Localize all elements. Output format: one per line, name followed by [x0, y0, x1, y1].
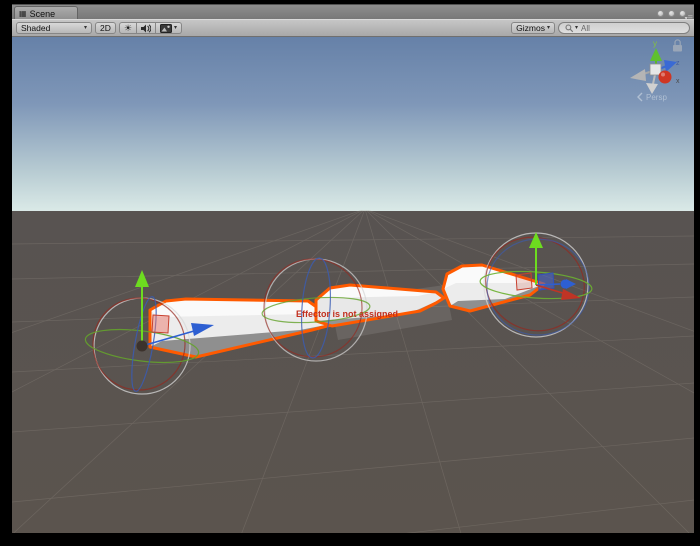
axis-x-label: x	[676, 78, 680, 85]
tab-bar: ▦ Scene ▾☰	[12, 4, 694, 19]
window-dot-icon[interactable]	[657, 10, 664, 17]
move-plane-handle-x[interactable]	[516, 273, 532, 290]
orientation-gizmo[interactable]: y z x	[630, 39, 680, 94]
chevron-down-icon: ▾	[174, 25, 177, 31]
2d-toggle-button[interactable]: 2D	[95, 22, 116, 34]
sun-icon: ☀	[124, 23, 132, 34]
move-z-arrow[interactable]	[566, 279, 576, 289]
shading-mode-label: Shaded	[21, 23, 50, 33]
search-input[interactable]: ▾ All	[558, 22, 690, 34]
shading-mode-dropdown[interactable]: Shaded ▾	[16, 22, 92, 34]
axis-neg-cone-left[interactable]	[630, 69, 646, 81]
move-plane-handle[interactable]	[152, 315, 169, 333]
gizmos-dropdown[interactable]: Gizmos ▾	[511, 22, 555, 34]
scene-view-panel: ▦ Scene ▾☰ Shaded ▾ 2D ☀	[12, 4, 694, 533]
tab-scene[interactable]: ▦ Scene	[14, 6, 78, 20]
2d-label: 2D	[100, 23, 111, 33]
axis-z-label: z	[676, 60, 680, 67]
projection-label: Persp	[646, 93, 667, 102]
chevron-down-icon: ▾	[575, 25, 578, 31]
move-y-arrow[interactable]	[135, 270, 149, 287]
window-dot-icon[interactable]	[668, 10, 675, 17]
lighting-toggle-button[interactable]: ☀	[119, 22, 137, 34]
move-y-arrow[interactable]	[529, 232, 543, 248]
chevron-down-icon: ▾	[547, 25, 550, 31]
search-value: All	[581, 24, 590, 33]
scene-toolbar: Shaded ▾ 2D ☀ ▾	[12, 19, 694, 37]
view-option-buttons: ☀ ▾	[119, 22, 182, 34]
scene-viewport[interactable]: Effector is not assigned y z x	[12, 37, 694, 533]
effects-dropdown-button[interactable]: ▾	[156, 22, 182, 34]
scene-render: Effector is not assigned y z x	[12, 37, 694, 533]
audio-toggle-button[interactable]	[137, 22, 156, 34]
effector-warning-text: Effector is not assigned	[296, 309, 398, 319]
axis-y-cone[interactable]	[650, 48, 662, 61]
window-controls	[657, 10, 686, 17]
lock-icon[interactable]	[673, 40, 682, 52]
grid-icon: ▦	[19, 10, 27, 18]
gizmos-label: Gizmos	[516, 23, 545, 33]
image-icon	[160, 24, 172, 33]
gizmo-cube[interactable]	[650, 64, 661, 75]
move-x-arrow[interactable]	[561, 289, 581, 300]
search-icon	[565, 24, 574, 33]
speaker-icon	[141, 24, 151, 33]
grid-lines	[12, 209, 694, 533]
projection-toggle[interactable]: Persp	[638, 93, 667, 102]
tab-scene-label: Scene	[30, 9, 56, 19]
axis-x-ball[interactable]	[659, 71, 672, 84]
move-z-axis[interactable]	[536, 284, 560, 285]
chevron-down-icon: ▾	[84, 25, 87, 31]
axis-y-label: y	[653, 39, 657, 48]
gizmo-center[interactable]	[137, 341, 148, 352]
